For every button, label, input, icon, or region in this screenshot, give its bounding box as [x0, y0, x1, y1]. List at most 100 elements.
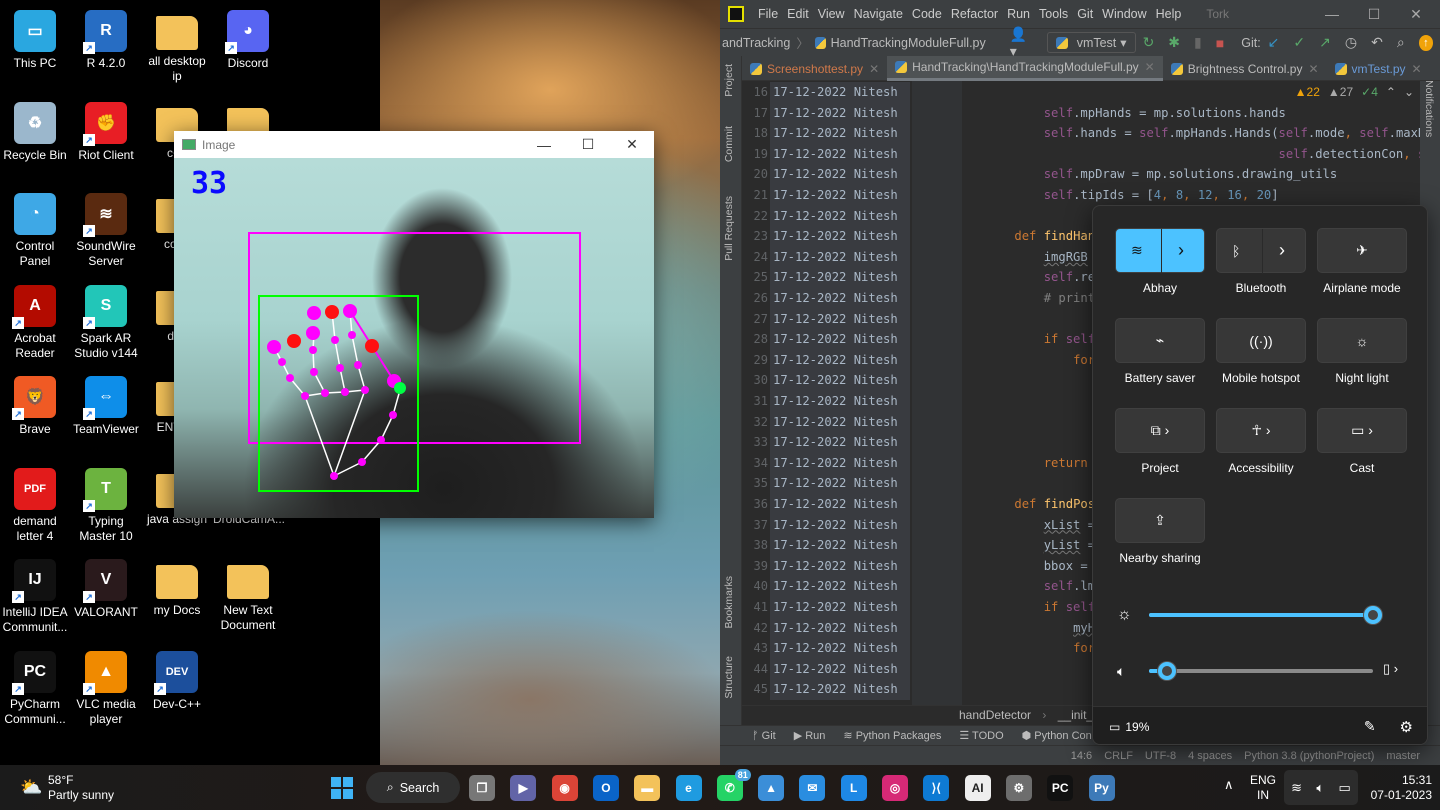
desktop-icon[interactable]: New Text Document [213, 559, 283, 633]
toggle-abhay[interactable]: ≋ › [1115, 228, 1205, 274]
tool-tab-3[interactable]: ☰ TODO [959, 729, 1003, 742]
weather-widget[interactable]: ⛅ 58°F Partly sunny [20, 773, 150, 803]
desktop-icon[interactable]: IJ ↗ IntelliJ IDEA Communit... [0, 559, 70, 635]
close-tab-icon[interactable]: ✕ [1412, 62, 1422, 76]
desktop-icon[interactable]: ◔ Control Panel [0, 193, 70, 269]
desktop-icon[interactable]: S ↗ Spark AR Studio v144 [71, 284, 141, 361]
system-tray-quick-settings[interactable]: ≋ 🔈︎ ▭ [1284, 770, 1358, 805]
taskbar-whatsapp[interactable]: ✆ 81 [716, 769, 751, 801]
taskbar-chrome[interactable]: ◉ [551, 775, 578, 801]
toggle-airplane-mode[interactable]: ✈ [1317, 228, 1407, 273]
toggle-bluetooth[interactable]: ᛒ › [1216, 228, 1306, 274]
status-item[interactable]: UTF-8 [1145, 750, 1176, 762]
tool-project[interactable]: Project [723, 64, 735, 97]
desktop-icon[interactable]: ⇔ ↗ TeamViewer [71, 376, 141, 437]
taskbar-edge[interactable]: e [675, 775, 702, 801]
tab-list-chevron-icon[interactable]: ⌄ [1430, 56, 1440, 81]
desktop-icon[interactable]: 🦁 ↗ Brave [0, 376, 70, 437]
tool-tab-0[interactable]: ᚠ Git [752, 730, 776, 742]
close-tab-icon[interactable]: ✕ [1308, 62, 1318, 76]
toggle-battery-saver[interactable]: ⌁ [1115, 318, 1205, 363]
menu-help[interactable]: Help [1156, 7, 1182, 21]
tool-pull-requests[interactable]: Pull Requests [723, 196, 735, 261]
close-button[interactable]: ✕ [610, 131, 654, 158]
taskbar-file-explorer[interactable]: ▬ [634, 775, 661, 801]
status-item[interactable]: 4 spaces [1188, 750, 1232, 762]
audio-output-button[interactable]: ▯ › [1383, 661, 1398, 677]
desktop-icon[interactable]: ▭ This PC [0, 10, 70, 71]
desktop-icon[interactable]: ◕ ↗ Discord [213, 10, 283, 71]
desktop-icon[interactable]: PDF demand letter 4 [0, 467, 70, 544]
toggle-night-light[interactable]: ☼ [1317, 318, 1407, 363]
run-config-select[interactable]: vmTest ▾ [1046, 32, 1136, 53]
status-item[interactable]: 14:6 [1071, 750, 1092, 762]
clock[interactable]: 15:31 07-01-2023 [1362, 773, 1432, 803]
menu-window[interactable]: Window [1102, 7, 1146, 21]
menu-navigate[interactable]: Navigate [854, 7, 903, 21]
taskbar-lingoes[interactable]: L [840, 775, 867, 801]
minimize-button[interactable]: — [522, 131, 566, 158]
taskbar-outlook[interactable]: O [592, 775, 619, 801]
editor-tab[interactable]: HandTracking\HandTrackingModuleFull.py ✕ [887, 56, 1163, 81]
menu-edit[interactable]: Edit [787, 7, 809, 21]
minimize-button[interactable]: — [1310, 0, 1354, 28]
language-indicator[interactable]: ENG IN [1250, 773, 1276, 803]
tool-bookmarks[interactable]: Bookmarks [723, 576, 735, 629]
tool-notifications[interactable]: Notifications [1423, 80, 1435, 137]
toggle-nearby-sharing[interactable]: ⇪ [1115, 498, 1205, 543]
status-item[interactable]: Python 3.8 (pythonProject) [1244, 750, 1374, 762]
status-item[interactable]: master [1386, 750, 1420, 762]
rerun-icon[interactable]: ↻ [1143, 34, 1155, 51]
toggle-mobile-hotspot[interactable]: ((·)) [1216, 318, 1306, 363]
menu-tools[interactable]: Tools [1039, 7, 1068, 21]
desktop-icon[interactable]: DEV ↗ Dev-C++ [142, 650, 212, 712]
taskbar-pycharm[interactable]: PC [1047, 775, 1074, 801]
taskbar-ai-app[interactable]: AI [964, 775, 991, 801]
tool-tab-2[interactable]: ≋ Python Packages [843, 729, 941, 742]
breadcrumb-project[interactable]: andTracking [722, 36, 790, 50]
taskbar-mail[interactable]: ✉ [799, 775, 826, 801]
toggle-cast[interactable]: ▭ › [1317, 408, 1407, 453]
menu-run[interactable]: Run [1007, 7, 1030, 21]
volume-slider[interactable] [1149, 662, 1373, 680]
toggle-project[interactable]: ⧉ › [1115, 408, 1205, 453]
desktop-icon[interactable]: T ↗ Typing Master 10 [71, 467, 141, 544]
user-icon[interactable]: 👤▾ [1010, 26, 1032, 60]
edit-pencil-icon[interactable]: ✎ [1364, 718, 1376, 735]
search-box[interactable]: ⌕ Search [366, 772, 460, 803]
start-button[interactable] [331, 777, 353, 799]
desktop-icon[interactable]: R ↗ R 4.2.0 [71, 10, 141, 71]
desktop-icon[interactable]: my Docs [142, 559, 212, 618]
git-push-icon[interactable]: ↗ [1319, 34, 1331, 51]
editor-tab[interactable]: Screenshottest.py ✕ [742, 56, 887, 81]
toggle-accessibility[interactable]: ☥ › [1216, 408, 1306, 453]
tool-commit[interactable]: Commit [723, 126, 735, 162]
history-icon[interactable]: ◷ [1345, 34, 1357, 51]
debug-icon[interactable]: ✱ [1168, 34, 1180, 51]
editor-tab[interactable]: Brightness Control.py ✕ [1163, 56, 1327, 81]
search-icon[interactable]: ⌕ [1397, 34, 1405, 51]
menu-git[interactable]: Git [1077, 7, 1093, 21]
chevron-right-icon[interactable]: › [1279, 240, 1285, 261]
chevron-right-icon[interactable]: › [1178, 240, 1184, 261]
status-item[interactable]: CRLF [1104, 750, 1133, 762]
rollback-icon[interactable]: ↶ [1371, 34, 1383, 51]
tool-structure[interactable]: Structure [723, 656, 735, 699]
desktop-icon[interactable]: PC ↗ PyCharm Communi... [0, 650, 70, 727]
stop-icon[interactable]: ■ [1216, 35, 1224, 51]
menu-refactor[interactable]: Refactor [951, 7, 998, 21]
settings-gear-icon[interactable]: ⚙ [1400, 718, 1413, 736]
desktop-icon[interactable]: V ↗ VALORANT [71, 559, 141, 620]
git-update-icon[interactable]: ↙ [1268, 34, 1280, 51]
coverage-icon[interactable]: ▮ [1194, 34, 1202, 51]
taskbar-vscode[interactable]: ⟩⟨ [923, 775, 950, 801]
editor-tab[interactable]: vmTest.py ✕ [1327, 56, 1430, 81]
crumb-class[interactable]: handDetector [959, 708, 1031, 722]
tool-tab-1[interactable]: ▶ Run [794, 729, 826, 742]
desktop-icon[interactable]: ▲ ↗ VLC media player [71, 650, 141, 727]
menu-code[interactable]: Code [912, 7, 942, 21]
close-button[interactable]: ✕ [1394, 0, 1438, 28]
close-tab-icon[interactable]: ✕ [869, 62, 879, 76]
desktop-icon[interactable]: ≋ ↗ SoundWire Server [71, 193, 141, 269]
menu-file[interactable]: File [758, 7, 778, 21]
